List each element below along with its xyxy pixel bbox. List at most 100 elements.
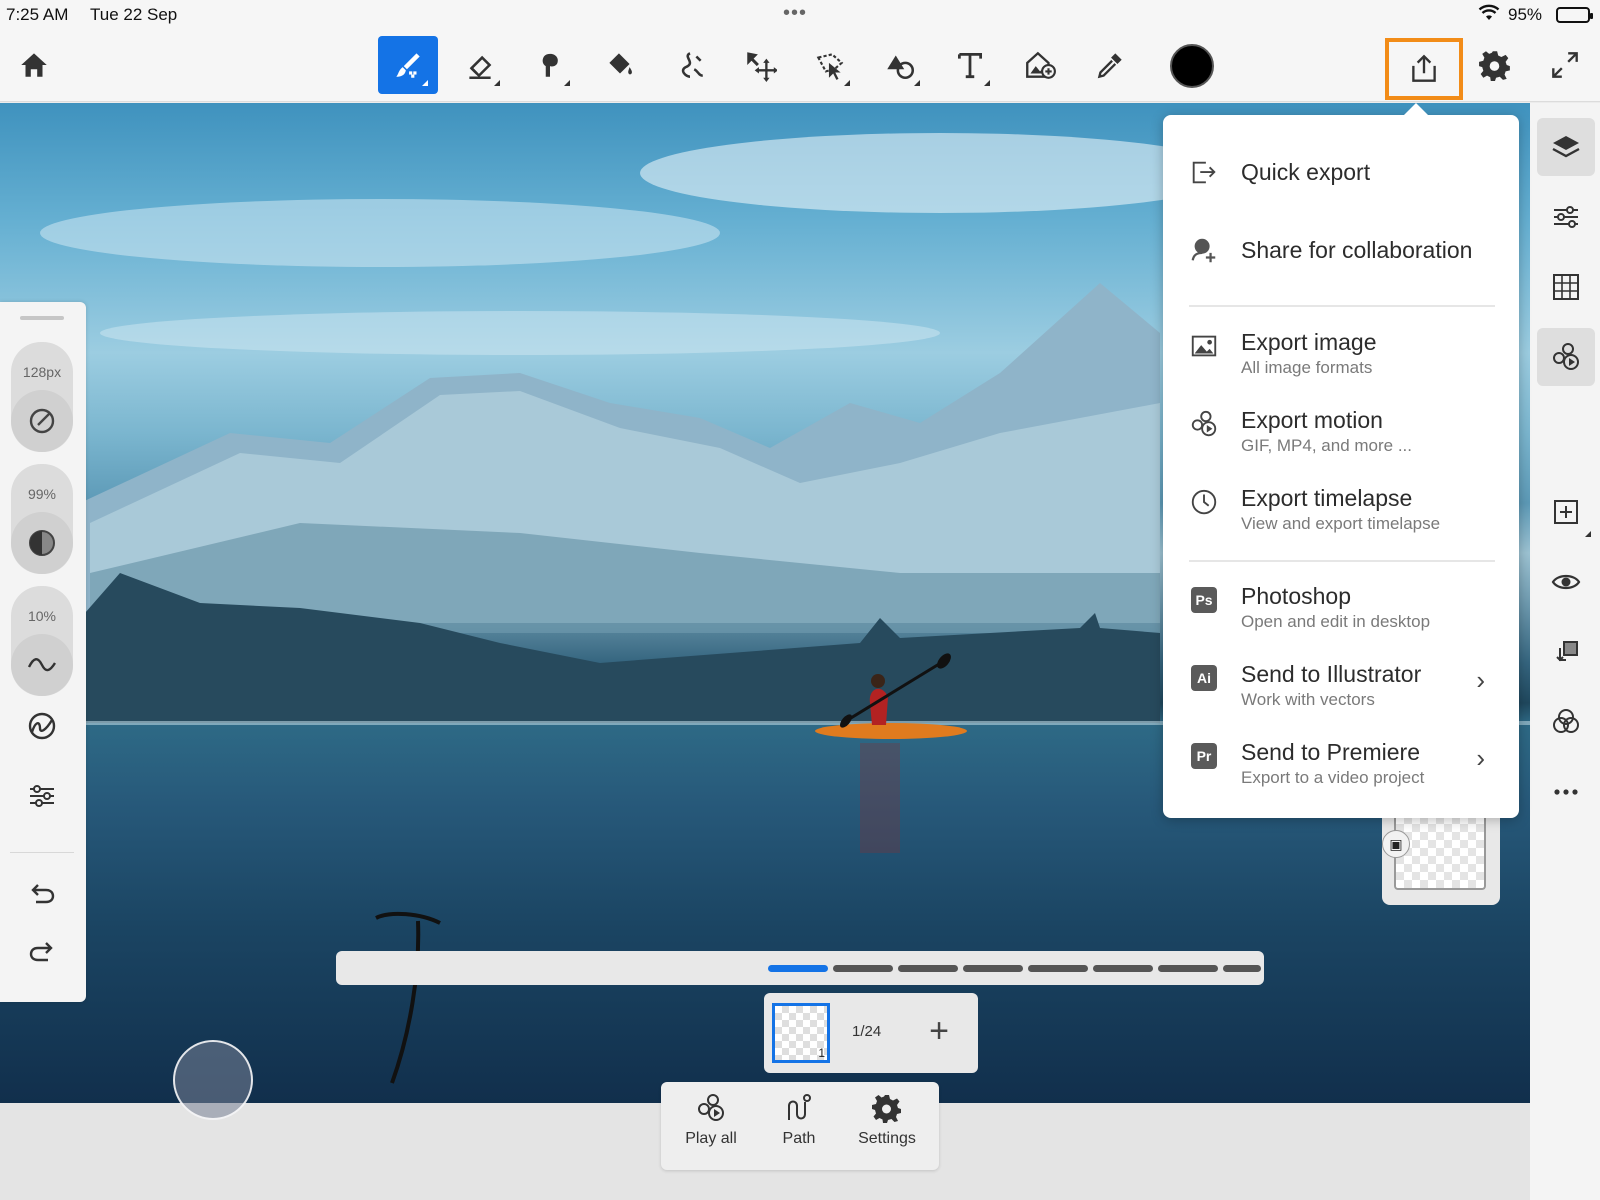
- opacity-slider[interactable]: 99%: [11, 464, 73, 574]
- frame-thumbnail[interactable]: 1: [772, 1003, 830, 1063]
- redo-button[interactable]: [18, 928, 66, 976]
- opacity-knob[interactable]: [11, 512, 73, 574]
- transform-move-icon: [747, 52, 777, 82]
- clock-icon: [1187, 485, 1221, 519]
- undo-icon: [31, 884, 55, 904]
- brush-size-knob[interactable]: [11, 390, 73, 452]
- paint-brush-icon: [396, 53, 420, 78]
- eraser-icon: [469, 55, 492, 80]
- premiere-badge: Pr: [1191, 743, 1217, 769]
- menu-item-title: Export motion: [1241, 407, 1383, 433]
- grid-button[interactable]: [1537, 258, 1595, 316]
- menu-item-send-to-premiere[interactable]: Pr Send to Premiere Export to a video pr…: [1163, 721, 1519, 791]
- frame-strip: 1 1/24 +: [764, 993, 978, 1073]
- menu-item-subtitle: View and export timelapse: [1241, 514, 1441, 533]
- brush-size-slider[interactable]: 128px: [11, 342, 73, 452]
- liquify-icon: [681, 52, 703, 78]
- selection-lasso-icon: [816, 53, 844, 80]
- eyedropper-tool[interactable]: [1080, 36, 1140, 94]
- blend-mode-button[interactable]: [1537, 693, 1595, 751]
- smudge-tool[interactable]: [520, 36, 580, 94]
- status-date: Tue 22 Sep: [90, 5, 178, 24]
- eraser-tool[interactable]: [450, 36, 510, 94]
- layer-visibility-button[interactable]: [1537, 553, 1595, 611]
- panel-grip-handle[interactable]: [20, 316, 64, 320]
- animation-timeline[interactable]: [336, 951, 1264, 985]
- menu-item-subtitle: Export to a video project: [1241, 768, 1425, 787]
- menu-item-title: Send to Premiere: [1241, 739, 1420, 765]
- play-all-icon: [698, 1094, 724, 1121]
- text-icon: [957, 52, 983, 79]
- more-options-button[interactable]: [1537, 763, 1595, 821]
- timeline-frame-segment[interactable]: [833, 965, 893, 972]
- fullscreen-button[interactable]: [1535, 36, 1595, 94]
- timeline-frame-segment[interactable]: [963, 965, 1023, 972]
- brush-settings-button[interactable]: [18, 702, 66, 750]
- menu-item-title: Quick export: [1241, 159, 1371, 185]
- animation-settings-button[interactable]: Settings: [847, 1092, 927, 1162]
- eye-icon: [1551, 574, 1581, 590]
- menu-item-export-motion[interactable]: Export motion GIF, MP4, and more ...: [1163, 389, 1519, 459]
- smudge-icon: [542, 53, 558, 77]
- selection-tool[interactable]: [800, 36, 860, 94]
- text-tool[interactable]: [940, 36, 1000, 94]
- layer-arrange-icon: [1556, 641, 1578, 662]
- current-color-swatch[interactable]: [1170, 44, 1214, 88]
- left-tool-panel: 128px 99% 10%: [0, 302, 86, 1002]
- add-layer-icon: [1554, 500, 1578, 524]
- battery-percentage: 95%: [1508, 5, 1543, 24]
- timeline-frame-segment[interactable]: [898, 965, 958, 972]
- premiere-icon: Pr: [1187, 739, 1221, 773]
- timeline-frame-segment[interactable]: [1028, 965, 1088, 972]
- menu-item-share-collaboration[interactable]: Share for collaboration: [1163, 215, 1519, 285]
- chevron-right-icon: ›: [1476, 665, 1485, 695]
- menu-item-export-image[interactable]: Export image All image formats: [1163, 311, 1519, 381]
- shapes-tool[interactable]: [870, 36, 930, 94]
- undo-button[interactable]: [18, 870, 66, 918]
- home-icon: [21, 53, 47, 77]
- menu-item-export-timelapse[interactable]: Export timelapse View and export timelap…: [1163, 467, 1519, 537]
- liquify-tool[interactable]: [660, 36, 720, 94]
- animation-motion-icon: [1553, 343, 1579, 370]
- timeline-frame-segment[interactable]: [1158, 965, 1218, 972]
- sliders-icon: [30, 785, 54, 807]
- multitasking-dots-icon[interactable]: •••: [783, 2, 807, 25]
- brush-size-icon: [29, 408, 55, 434]
- timeline-frame-segment[interactable]: [768, 965, 828, 972]
- timeline-frame-segment[interactable]: [1223, 965, 1261, 972]
- fill-bucket-tool[interactable]: [590, 36, 650, 94]
- menu-item-quick-export[interactable]: Quick export: [1163, 137, 1519, 207]
- layer-move-button[interactable]: [1537, 623, 1595, 681]
- layers-button[interactable]: [1537, 118, 1595, 176]
- tool-options-button[interactable]: [18, 772, 66, 820]
- paint-brush-tool[interactable]: [378, 36, 438, 94]
- path-button[interactable]: Path: [759, 1092, 839, 1162]
- smoothing-icon: [27, 658, 57, 672]
- home-button[interactable]: [4, 36, 64, 94]
- play-all-button[interactable]: Play all: [671, 1092, 751, 1162]
- menu-item-send-to-illustrator[interactable]: Ai Send to Illustrator Work with vectors…: [1163, 643, 1519, 713]
- place-image-icon: [1026, 51, 1056, 79]
- export-share-button[interactable]: [1385, 38, 1463, 100]
- expand-icon: [1552, 52, 1578, 78]
- animation-button[interactable]: [1537, 328, 1595, 386]
- smoothing-value: 10%: [27, 608, 57, 624]
- add-layer-button[interactable]: [1537, 483, 1595, 541]
- timeline-frame-segment[interactable]: [1093, 965, 1153, 972]
- smoothing-slider[interactable]: 10%: [11, 586, 73, 696]
- menu-item-title: Export image: [1241, 329, 1377, 355]
- add-frame-button[interactable]: +: [914, 1007, 964, 1057]
- status-bar: 7:25 AM Tue 22 Sep ••• 95%: [0, 0, 1600, 30]
- transform-move-tool[interactable]: [730, 36, 790, 94]
- gear-icon: [1479, 51, 1510, 81]
- touch-modifier-button[interactable]: [173, 1040, 253, 1120]
- menu-item-title: Photoshop: [1241, 583, 1351, 609]
- menu-divider: [1189, 560, 1495, 562]
- path-label: Path: [782, 1130, 816, 1147]
- adjustments-button[interactable]: [1537, 188, 1595, 246]
- menu-item-photoshop[interactable]: Ps Photoshop Open and edit in desktop: [1163, 565, 1519, 635]
- place-image-tool[interactable]: [1010, 36, 1070, 94]
- settings-button[interactable]: [1465, 36, 1525, 94]
- export-menu-popup: Quick export Share for collaboration Exp…: [1163, 103, 1519, 818]
- smoothing-knob[interactable]: [11, 634, 73, 696]
